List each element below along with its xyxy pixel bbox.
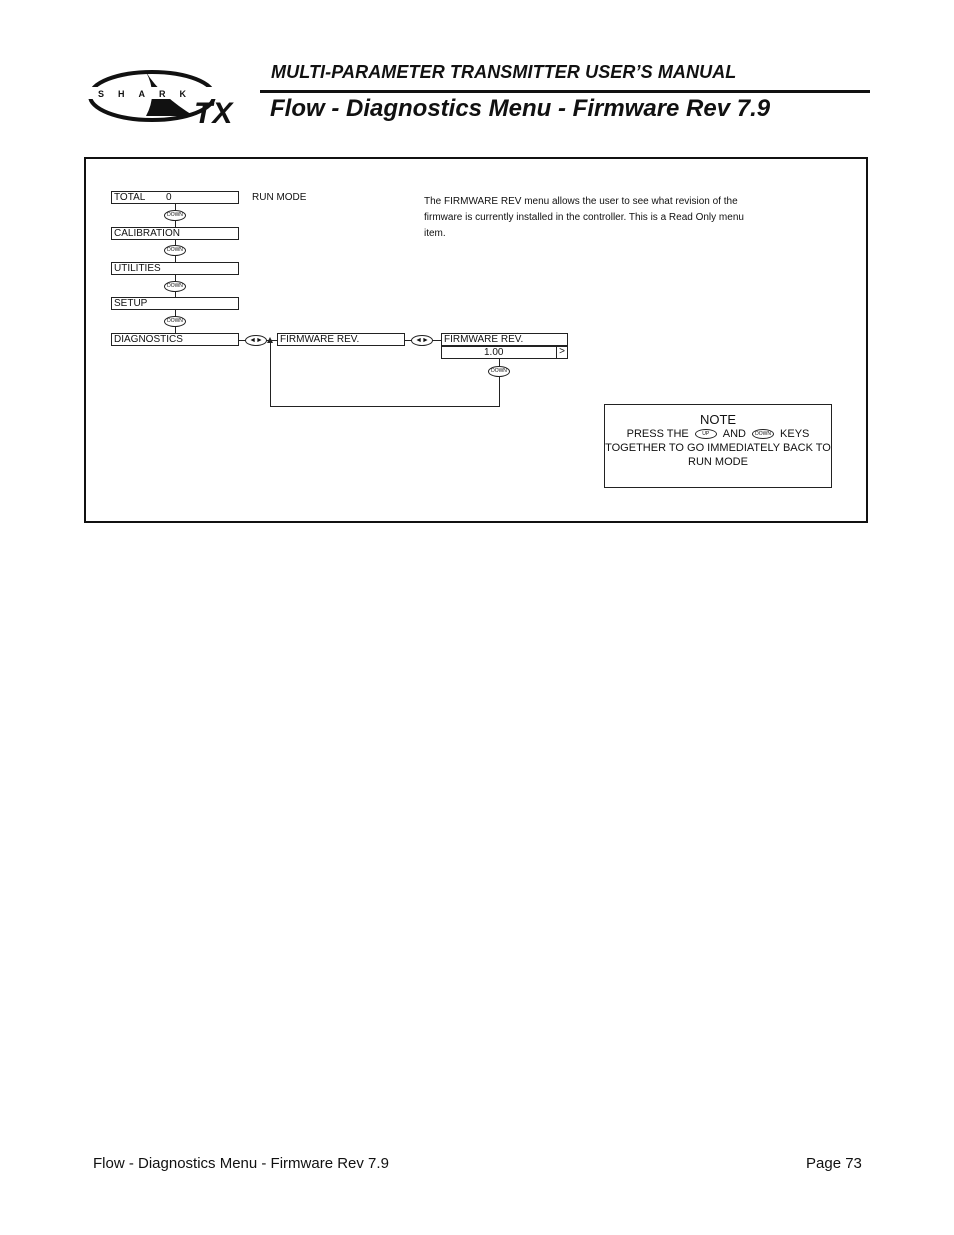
note-title: NOTE [699, 412, 737, 427]
firmware-value-row: 1.00 > [441, 346, 568, 359]
display-label: FIRMWARE REV. [444, 334, 524, 345]
down-key-icon: DOWN [164, 245, 186, 256]
firmware-display-label: FIRMWARE REV. [441, 333, 568, 346]
firmware-description: The FIRMWARE REV menu allows the user to… [424, 196, 744, 239]
down-key-icon: DOWN [164, 210, 186, 221]
menu-item-setup: SETUP [111, 297, 239, 310]
note-box: NOTE PRESS THE UP AND DOWN KEYS TOGETHER TO … [604, 404, 832, 488]
run-mode-label: RUN MODE [252, 192, 307, 203]
manual-subtitle: MULTI-PARAMETER TRANSMITTER USER’S MANUA… [271, 62, 737, 82]
arrow-up-icon [267, 337, 273, 343]
note-text: PRESS THE [626, 428, 689, 440]
menu-item-firmware-rev: FIRMWARE REV. [277, 333, 405, 346]
menu-item-label: FIRMWARE REV. [280, 334, 360, 345]
left-right-key-icon: ◄► [411, 335, 433, 346]
note-line-2: TOGETHER TO GO IMMEDIATELY BACK TO [605, 442, 831, 454]
shark-logo-icon: SHARK TX [88, 70, 234, 130]
menu-item-label: DIAGNOSTICS [114, 334, 183, 345]
svg-text:SHARK: SHARK [98, 89, 200, 99]
down-key-icon: DOWN [164, 316, 186, 327]
note-text: KEYS [780, 428, 810, 440]
svg-text:TX: TX [194, 97, 234, 126]
down-key-icon: DOWN [488, 366, 510, 377]
connector-line [270, 406, 500, 407]
menu-item-label: SETUP [114, 298, 148, 309]
note-line-1: PRESS THE UP AND DOWN KEYS [605, 427, 831, 441]
connector-line [270, 343, 271, 407]
menu-item-diagnostics: DIAGNOSTICS [111, 333, 239, 346]
down-key-icon: DOWN [164, 281, 186, 292]
header-rule [260, 90, 870, 93]
note-line-3: RUN MODE [688, 456, 748, 468]
menu-item-total: TOTAL 0 [111, 191, 239, 204]
menu-item-utilities: UTILITIES [111, 262, 239, 275]
footer-section-title: Flow - Diagnostics Menu - Firmware Rev 7… [93, 1155, 389, 1172]
up-key-icon: UP [694, 429, 717, 440]
menu-item-label: CALIBRATION [114, 228, 180, 239]
scroll-indicator: > [556, 346, 567, 359]
note-text: AND [722, 428, 747, 440]
page-number: Page 73 [806, 1155, 862, 1172]
shark-tx-logo: SHARK TX [86, 66, 256, 130]
left-right-key-icon: ◄► [245, 335, 267, 346]
menu-item-calibration: CALIBRATION [111, 227, 239, 240]
menu-item-label: TOTAL [114, 192, 146, 203]
down-key-icon: DOWN [752, 429, 775, 440]
total-value: 0 [166, 192, 172, 203]
firmware-value: 1.00 [484, 347, 504, 358]
page-title: Flow - Diagnostics Menu - Firmware Rev 7… [270, 95, 771, 122]
menu-item-label: UTILITIES [114, 263, 161, 274]
